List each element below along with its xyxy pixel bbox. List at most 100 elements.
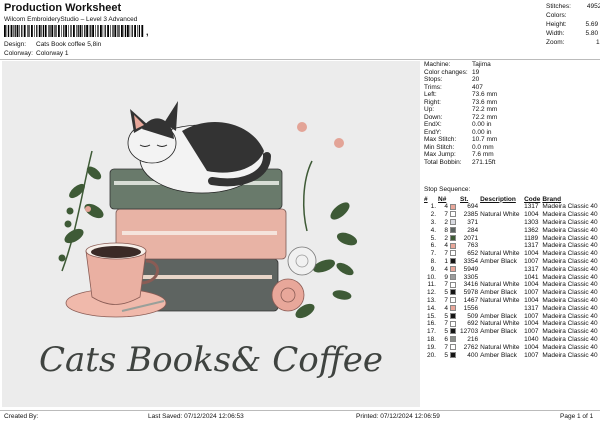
info-label: Stops: [424,76,443,83]
thread-code: 1303 [524,218,539,226]
info-value: 7.6 mm [472,151,494,158]
thread-brand: Madeira Classic 40 [542,242,598,250]
info-value: 0.00 in [472,121,492,128]
thread-code: 1007 [524,289,539,297]
color-swatch [450,336,460,344]
col-header: St. [460,195,469,203]
thread-brand: Madeira Classic 40 [542,250,598,258]
table-row: 19. 7 2762 Natural White 1004 Madeira Classic… [424,343,600,351]
footer-divider [0,410,600,411]
thread-brand: Madeira Classic 40 [542,281,598,289]
table-row: 2. 7 2385 Natural White 1004 Madeira Classic … [424,211,600,219]
thread-description [480,242,524,250]
info-row: Stops: 20 [424,76,497,84]
thread-code: 1040 [524,335,539,343]
software-subtitle: Wilcom EmbroideryStudio – Level 3 Advanc… [4,16,138,23]
thread-brand: Madeira Classic 40 [542,273,598,281]
design-row: Design: Cats Book coffee 5,8in [4,41,101,48]
needle-number: 7 [444,296,448,304]
stat-row: Stitches: 49529 [546,2,600,11]
stitch-count: 694 [467,203,479,211]
table-row: 4. 8 284 1362 Madeira Classic 40 [424,226,600,234]
thread-description: Natural White [480,281,520,289]
row-index: 17. [426,328,436,336]
stitch-count: 2071 [463,234,479,242]
row-index: 4. [430,226,436,234]
thread-brand: Madeira Classic 40 [542,351,598,359]
design-label: Design: [4,41,27,48]
thread-color-swatch [450,297,456,304]
thread-brand: Madeira Classic 40 [542,203,598,211]
row-index: 10. [426,273,436,281]
info-value: 271.15ft [472,158,496,166]
stitch-count: 284 [467,226,479,234]
thread-color-swatch [450,227,456,234]
thread-color-swatch [450,203,456,210]
thread-brand: Madeira Classic 40 [542,211,598,219]
thread-description [480,219,524,227]
thread-color-swatch [450,219,456,226]
design-name: Cats Book coffee 5,8in [36,41,102,48]
color-swatch [450,273,460,281]
thread-brand: Madeira Classic 40 [542,328,598,336]
col-header: Description [480,195,516,203]
info-value: 73.6 mm [472,91,498,98]
thread-code: 1362 [524,226,539,234]
stat-label: Stitches: [546,3,571,10]
stop-sequence-title: Stop Sequence: [424,186,471,193]
color-swatch [450,320,460,328]
thread-code: 1041 [524,273,539,281]
stat-row: Colors: 9 [546,11,600,20]
thread-code: 1317 [524,203,539,211]
design-lettering: Cats Books& Coffee [39,340,383,380]
stitch-count: 3416 [463,281,479,289]
needle-number: 8 [444,226,448,234]
stitch-count: 216 [467,335,479,343]
row-index: 11. [427,281,436,289]
needle-number: 7 [444,320,448,328]
row-index: 6. [430,242,436,250]
thread-color-swatch [450,344,456,351]
info-label: EndX: [424,121,442,128]
thread-color-swatch [450,328,456,335]
info-row: Max Jump: 7.6 mm [424,151,497,159]
stitch-count: 371 [467,218,479,226]
header-divider [0,59,600,60]
thread-color-swatch [450,266,456,273]
thread-description: Natural White [480,211,520,219]
col-header: N# [438,195,447,203]
thread-code: 1317 [524,265,539,273]
info-label: Min Stitch: [424,143,455,151]
thread-color-swatch [450,273,456,280]
needle-number: 9 [444,273,448,281]
colorway-label: Colorway: [4,50,33,57]
stat-value: 9 [585,11,600,20]
thread-description: Natural White [480,343,520,351]
stat-label: Colors: [546,12,567,19]
thread-color-swatch [450,242,456,249]
thread-description: Amber Black [480,289,517,297]
needle-number: 5 [444,312,448,320]
thread-brand: Madeira Classic 40 [542,289,598,297]
thread-code: 1004 [524,343,539,351]
row-index: 15. [426,312,436,320]
color-swatch [450,297,460,305]
row-index: 3. [430,218,436,226]
table-row: 15. 5 509 Amber Black 1007 Madeira Classic 40 [424,312,600,320]
row-index: 9. [430,265,436,273]
info-row: Up: 72.2 mm [424,106,497,114]
color-swatch [450,351,460,359]
color-swatch [450,265,460,273]
color-swatch [450,289,460,297]
needle-number: 5 [444,351,448,359]
thread-description: Natural White [480,296,520,304]
table-row: 5. 2 2071 1189 Madeira Classic 40 [424,234,600,242]
barcode [4,25,144,37]
thread-brand: Madeira Classic 40 [542,234,598,242]
stat-value: 5.80 in [585,30,600,37]
stat-label: Width: [546,30,565,37]
info-row: EndY: 0.00 in [424,129,497,137]
color-swatch [450,250,460,258]
thread-color-swatch [450,289,456,296]
table-row: 3. 2 371 1303 Madeira Classic 40 [424,219,600,227]
